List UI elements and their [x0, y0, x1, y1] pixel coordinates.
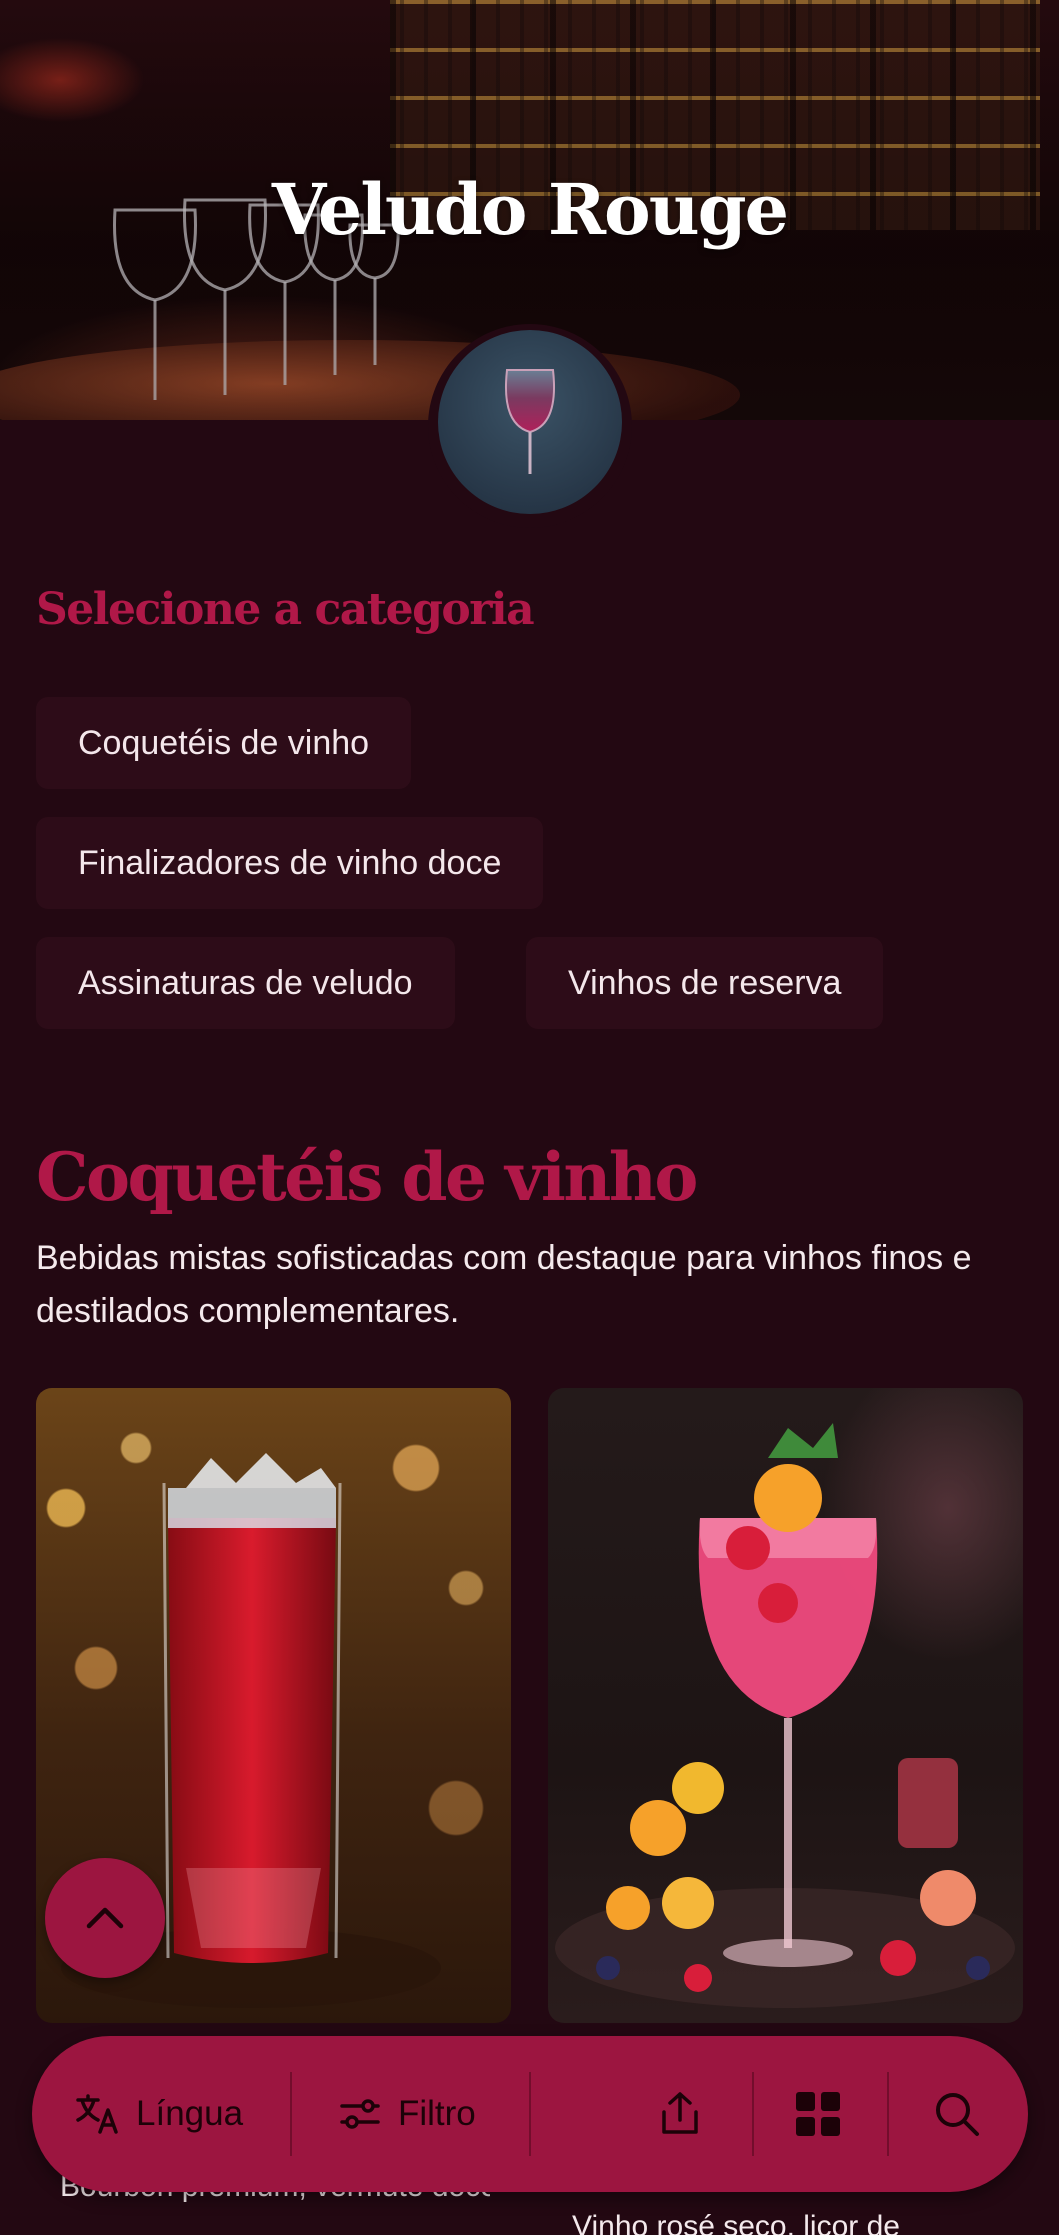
category-chip-sweet-finishers[interactable]: Finalizadores de vinho doce — [36, 817, 544, 909]
share-button[interactable] — [654, 2036, 706, 2192]
bottom-toolbar: Língua Filtro — [32, 2036, 1028, 2192]
search-button[interactable] — [932, 2036, 982, 2192]
filter-label: Filtro — [398, 2094, 476, 2133]
scroll-to-top-button[interactable] — [45, 1858, 165, 1978]
logo — [438, 330, 622, 514]
grid-icon — [796, 2092, 840, 2136]
category-description: Bebidas mistas sofisticadas com destaque… — [36, 1239, 972, 1330]
category-chip-wine-cocktails[interactable]: Coquetéis de vinho — [36, 697, 412, 789]
drink-description: Vinho rosé seco, licor de — [572, 2210, 900, 2235]
share-icon — [662, 2092, 698, 2134]
translate-icon — [76, 2094, 118, 2134]
chevron-up-icon — [86, 1907, 124, 1929]
language-label: Língua — [136, 2094, 244, 2133]
drink-card[interactable] — [548, 1388, 1023, 2023]
app-title: Veludo Rouge — [271, 168, 789, 251]
grid-view-button[interactable] — [794, 2036, 842, 2192]
category-chip-reserve-wines[interactable]: Vinhos de reserva — [526, 937, 884, 1029]
wine-glass-icon — [505, 369, 555, 474]
pink-cocktail-image — [555, 1423, 1015, 2008]
search-icon — [936, 2093, 979, 2136]
filter-icon — [340, 2099, 380, 2129]
filter-button[interactable]: Filtro — [336, 2036, 476, 2192]
category-title: Coquetéis de vinho — [36, 1138, 698, 1216]
category-chip-velvet-signatures[interactable]: Assinaturas de veludo — [36, 937, 455, 1029]
category-section-heading: Selecione a categoria — [36, 584, 535, 635]
language-button[interactable]: Língua — [74, 2036, 243, 2192]
